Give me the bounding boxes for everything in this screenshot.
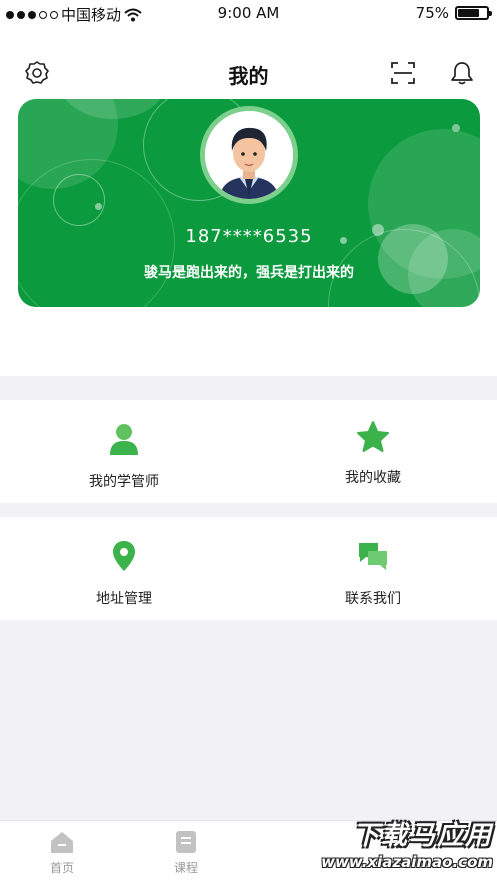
profile-card: 187****6535 骏马是跑出来的，强兵是打出来的 bbox=[18, 99, 480, 307]
menu-item-tutor[interactable]: 我的学管师 bbox=[0, 400, 248, 503]
battery-status: 75% bbox=[415, 4, 492, 22]
menu-item-label: 联系我们 bbox=[345, 591, 401, 607]
menu-row: 我的学管师 我的收藏 bbox=[0, 400, 497, 503]
status-bar: 中国移动 9:00 AM 75% bbox=[0, 0, 497, 28]
menu-item-contact[interactable]: 联系我们 bbox=[249, 517, 497, 620]
tab-course[interactable]: 课程 bbox=[124, 821, 248, 884]
nav-bar: 我的 bbox=[0, 50, 497, 96]
decor-dot bbox=[95, 203, 102, 210]
watermark: 下载马应用 www.xiazaimao.com bbox=[297, 815, 493, 877]
menu-item-address[interactable]: 地址管理 bbox=[0, 517, 248, 620]
page-title: 我的 bbox=[228, 64, 269, 88]
tab-label: 课程 bbox=[173, 861, 198, 875]
battery-icon bbox=[455, 6, 492, 20]
watermark-title: 下载马应用 bbox=[352, 821, 493, 851]
tab-label: 首页 bbox=[49, 861, 74, 875]
person-icon bbox=[110, 424, 138, 455]
location-pin-icon bbox=[113, 541, 135, 571]
bell-icon[interactable] bbox=[449, 60, 475, 86]
menu-item-label: 我的收藏 bbox=[345, 470, 401, 486]
home-icon bbox=[51, 832, 73, 853]
watermark-url: www.xiazaimao.com bbox=[321, 853, 493, 871]
decor-dot bbox=[452, 124, 460, 132]
tab-home[interactable]: 首页 bbox=[0, 821, 124, 884]
course-icon bbox=[176, 831, 196, 853]
avatar bbox=[205, 111, 293, 199]
star-icon bbox=[357, 421, 389, 452]
menu-item-label: 我的学管师 bbox=[89, 474, 159, 490]
menu-item-favorites[interactable]: 我的收藏 bbox=[249, 400, 497, 503]
chat-bubbles-icon bbox=[359, 543, 387, 570]
avatar-man-icon bbox=[205, 111, 293, 199]
battery-percent: 75% bbox=[415, 4, 449, 22]
phone-number: 187****6535 bbox=[185, 226, 313, 247]
avatar-ring[interactable] bbox=[200, 106, 298, 204]
battery-fill bbox=[458, 9, 479, 17]
profile-motto: 骏马是跑出来的，强兵是打出来的 bbox=[144, 265, 354, 281]
scan-icon[interactable] bbox=[390, 60, 416, 86]
menu-item-label: 地址管理 bbox=[96, 591, 152, 607]
menu-row: 地址管理 联系我们 bbox=[0, 517, 497, 620]
